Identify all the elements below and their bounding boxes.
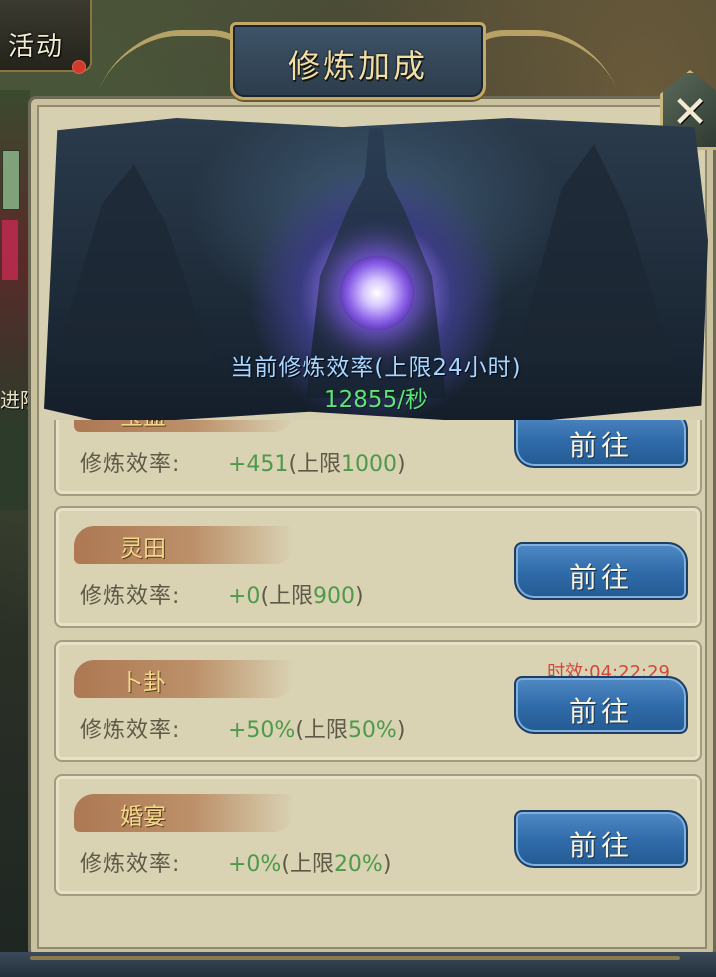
bonus-list[interactable]: 宝盒 修炼效率: +451(上限1000) 前往 灵田 修炼效率: +0(上限9… — [54, 420, 702, 950]
list-item: 宝盒 修炼效率: +451(上限1000) 前往 — [54, 420, 702, 496]
list-item: 卜卦 时效:04:22:29 修炼效率: +50%(上限50%) 前往 — [54, 640, 702, 762]
activity-button[interactable]: 活动 — [0, 0, 92, 74]
go-button-label: 前往 — [568, 429, 633, 462]
item-limit: 20% — [333, 852, 383, 877]
item-value: +0 — [228, 584, 261, 609]
cultivation-orb-icon — [340, 256, 414, 330]
go-button[interactable]: 前往 — [514, 676, 688, 734]
item-rate: +0(上限900) — [228, 578, 364, 610]
item-limit: 1000 — [341, 452, 398, 477]
name-brush-bg — [74, 420, 294, 432]
item-value: +451 — [228, 452, 289, 477]
hero-banner: 当前修炼效率(上限24小时) 12855/秒 — [44, 118, 708, 424]
sidebar-bar-red — [2, 220, 18, 280]
item-limit: 900 — [313, 584, 356, 609]
item-rate: +50%(上限50%) — [228, 712, 405, 744]
item-name: 灵田 — [120, 536, 166, 562]
item-value: +50% — [228, 718, 296, 743]
item-value: +0% — [228, 852, 282, 877]
item-rate: +451(上限1000) — [228, 446, 406, 478]
item-name: 婚宴 — [120, 804, 166, 830]
go-button-label: 前往 — [568, 561, 633, 594]
page-title: 修炼加成 — [287, 47, 428, 85]
mountain-shape — [54, 164, 214, 364]
item-limit-suffix: ) — [396, 718, 406, 743]
notification-dot — [72, 60, 86, 74]
item-limit-suffix: ) — [397, 452, 406, 477]
activity-label: 活动 — [8, 32, 65, 62]
hero-rate: 12855/秒 — [324, 387, 428, 413]
item-limit-prefix: (上限 — [260, 584, 314, 609]
item-rate: +0%(上限20%) — [228, 846, 391, 878]
name-brush-bg — [74, 794, 294, 832]
hero-caption: 当前修炼效率(上限24小时) — [230, 355, 522, 381]
item-name: 宝盒 — [120, 420, 166, 431]
item-limit: 50% — [347, 718, 397, 743]
go-button-label: 前往 — [568, 695, 633, 728]
item-label: 修炼效率: — [80, 452, 181, 477]
item-limit-prefix: (上限 — [295, 718, 348, 743]
title-banner: 修炼加成 — [99, 0, 617, 100]
go-button[interactable]: 前往 — [514, 810, 688, 868]
item-label: 修炼效率: — [80, 718, 181, 743]
go-button[interactable]: 前往 — [514, 420, 688, 468]
title-box: 修炼加成 — [230, 22, 486, 100]
item-limit-prefix: (上限 — [288, 452, 342, 477]
item-name: 卜卦 — [120, 670, 166, 696]
item-limit-prefix: (上限 — [281, 852, 334, 877]
item-limit-suffix: ) — [355, 584, 364, 609]
sidebar-bar-green — [2, 150, 20, 210]
list-item: 灵田 修炼效率: +0(上限900) 前往 — [54, 506, 702, 628]
item-limit-suffix: ) — [382, 852, 392, 877]
name-brush-bg — [74, 526, 294, 564]
list-item: 婚宴 修炼效率: +0%(上限20%) 前往 — [54, 774, 702, 896]
mountain-shape — [514, 144, 674, 364]
panel-bottom-frame — [0, 952, 716, 977]
go-button[interactable]: 前往 — [514, 542, 688, 600]
item-label: 修炼效率: — [80, 584, 181, 609]
go-button-label: 前往 — [568, 829, 633, 862]
name-brush-bg — [74, 660, 294, 698]
left-sidebar-strip — [0, 90, 30, 510]
item-label: 修炼效率: — [80, 852, 181, 877]
